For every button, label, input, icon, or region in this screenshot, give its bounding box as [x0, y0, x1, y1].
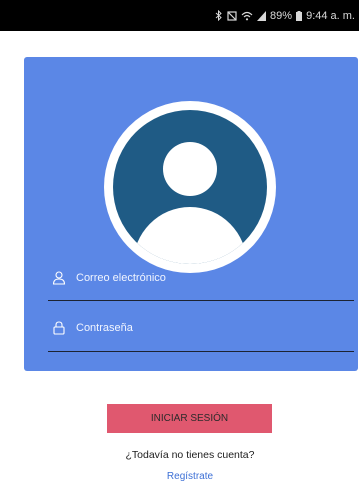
password-input[interactable]: Contraseña	[76, 322, 133, 334]
password-underline	[48, 351, 354, 352]
battery-icon	[296, 10, 303, 21]
lock-outline-icon	[53, 321, 65, 335]
status-bar: 89% 9:44 a. m.	[0, 0, 359, 31]
signal-icon	[257, 10, 267, 21]
email-underline	[48, 300, 354, 301]
user-avatar-icon	[104, 101, 276, 273]
wifi-icon	[241, 11, 253, 20]
email-field[interactable]: Correo electrónico	[48, 267, 354, 289]
email-input[interactable]: Correo electrónico	[76, 272, 166, 284]
password-field[interactable]: Contraseña	[48, 317, 354, 339]
mute-icon	[227, 10, 237, 21]
register-link[interactable]: Regístrate	[0, 471, 359, 482]
no-account-text: ¿Todavía no tienes cuenta?	[125, 449, 255, 461]
status-icons: 89% 9:44 a. m.	[215, 0, 355, 31]
login-card: Correo electrónico Contraseña	[24, 57, 358, 371]
battery-percent: 89%	[270, 9, 293, 22]
clock: 9:44 a. m.	[306, 9, 355, 22]
person-outline-icon	[52, 271, 66, 285]
bluetooth-icon	[215, 10, 222, 21]
login-button[interactable]: INICIAR SESIÓN	[107, 404, 272, 433]
